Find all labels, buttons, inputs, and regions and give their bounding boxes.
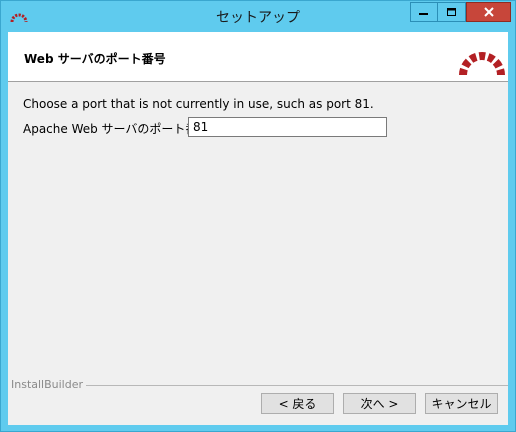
back-button[interactable]: < 戻る	[261, 393, 334, 414]
minimize-icon	[419, 13, 428, 15]
maximize-icon	[446, 8, 456, 16]
port-label: Apache Web サーバのポート番号	[23, 122, 210, 136]
title-bar[interactable]: セットアップ	[1, 1, 515, 31]
page-header: Web サーバのポート番号	[8, 32, 508, 82]
footer-divider	[86, 385, 508, 386]
port-input[interactable]	[188, 117, 387, 137]
close-button[interactable]	[466, 2, 511, 22]
installbuilder-brand: InstallBuilder	[11, 378, 84, 391]
next-button[interactable]: 次へ >	[343, 393, 416, 414]
page-title: Web サーバのポート番号	[24, 52, 166, 66]
setup-window: セットアップ Web サーバのポート番号 Choose a port that …	[0, 0, 516, 432]
description-text: Choose a port that is not currently in u…	[23, 97, 374, 111]
close-icon	[483, 7, 494, 17]
redmine-logo	[459, 52, 505, 76]
dialog-body: Web サーバのポート番号 Choose a port that is not …	[8, 32, 508, 425]
minimize-button[interactable]	[410, 2, 438, 22]
cancel-button[interactable]: キャンセル	[425, 393, 498, 414]
maximize-button[interactable]	[438, 2, 466, 22]
